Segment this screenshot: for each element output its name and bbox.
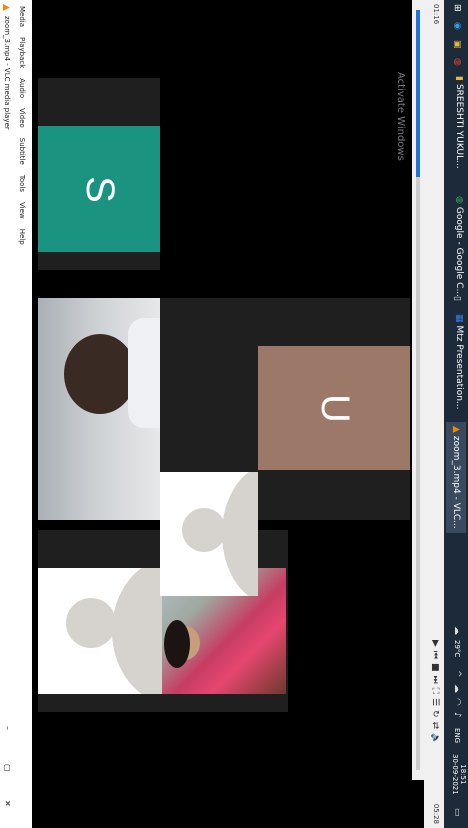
time-total: 05:28 [432, 803, 440, 824]
placeholder-head-icon [182, 508, 226, 552]
avatar-letter-s: S [77, 175, 122, 203]
clock-date: 30-09-2021 [451, 754, 459, 795]
participant-placeholder-2 [160, 472, 258, 596]
taskbar-app-label: zoom_3.mp4 - VLC... [451, 435, 461, 529]
shuffle-icon[interactable]: ⇄ [430, 722, 440, 730]
menu-audio[interactable]: Audio [18, 78, 26, 98]
previous-icon[interactable]: ⏮ [430, 651, 440, 659]
menu-subtitle[interactable]: Subtitle [18, 138, 26, 165]
menu-tools[interactable]: Tools [18, 175, 26, 192]
window-title: zoom_3.mp4 - VLC media player [3, 16, 11, 130]
taskbar-app-1[interactable]: ▮ SREESHTI YUKUL... [454, 76, 464, 169]
phone-icon[interactable]: ▯ [452, 296, 462, 301]
tray-up-arrow-icon[interactable]: ^ [452, 670, 462, 678]
menu-bar: Media Playback Audio Video Subtitle Tool… [12, 0, 32, 828]
taskbar-clock[interactable]: 18:51 30-09-2021 [451, 754, 467, 795]
language-indicator[interactable]: ENG [453, 728, 461, 743]
next-icon[interactable]: ⏭ [430, 676, 440, 684]
avatar-letter-u: U [312, 393, 357, 423]
minimize-button[interactable]: – [3, 726, 12, 730]
folder-icon: ▮ [454, 76, 464, 81]
clock-time: 18:51 [459, 764, 467, 785]
taskbar-app-label: Mtz Presentation... [454, 325, 464, 410]
weather-icon[interactable]: ☁ [452, 626, 462, 635]
player-controls: 01:16 05:28 ▶ ⏮ ■ ⏭ ⛶ ☰ ↻ ⇄ 🔈 [424, 0, 444, 828]
play-pause-icon[interactable]: ▶ [430, 640, 440, 647]
person-head [64, 334, 136, 414]
menu-help[interactable]: Help [18, 229, 26, 245]
placeholder-head-icon [66, 598, 116, 648]
maximize-button[interactable]: ▢ [3, 764, 12, 772]
vlc-cone-icon: ▲ [451, 426, 461, 433]
title-bar: ▲ zoom_3.mp4 - VLC media player – ▢ ✕ [0, 0, 12, 828]
notifications-icon[interactable]: ▭ [452, 808, 462, 817]
menu-media[interactable]: Media [18, 6, 26, 27]
cloud-icon[interactable]: ☁ [452, 684, 462, 693]
participant-avatar-s: S [38, 126, 160, 252]
placeholder-body-icon [112, 568, 162, 694]
taskbar-app-4[interactable]: ▲ zoom_3.mp4 - VLC... [446, 422, 466, 533]
stop-icon[interactable]: ■ [430, 663, 440, 672]
menu-video[interactable]: Video [18, 108, 26, 128]
wifi-icon[interactable]: ◠ [452, 698, 462, 706]
taskbar-app-label: SREESHTI YUKUL... [454, 83, 464, 169]
video-area[interactable]: U S Activate Windows [32, 0, 412, 780]
taskbar: ⊞ ◉ ▣ ◍ ▮ SREESHTI YUKUL... ◍ Google - G… [444, 0, 468, 828]
presentation-icon: ▦ [454, 314, 464, 323]
windows-start-icon[interactable]: ⊞ [452, 4, 462, 12]
placeholder-body-icon [222, 472, 258, 596]
activate-windows-watermark: Activate Windows [390, 72, 406, 182]
time-elapsed: 01:16 [432, 4, 440, 25]
loop-icon[interactable]: ↻ [430, 710, 440, 718]
watermark-text: Activate Windows [395, 72, 406, 161]
playlist-icon[interactable]: ☰ [430, 698, 440, 706]
file-explorer-icon[interactable]: ▣ [452, 40, 462, 49]
chrome-icon[interactable]: ◍ [452, 58, 462, 66]
participant-avatar-u: U [258, 346, 410, 470]
edge-icon[interactable]: ◉ [452, 22, 462, 30]
seek-bar[interactable] [412, 0, 424, 780]
taskbar-app-3[interactable]: ▦ Mtz Presentation... [454, 314, 464, 410]
person-collar [128, 318, 160, 428]
weather-temp: 29°C [453, 640, 461, 658]
participant-placeholder-1 [38, 568, 162, 694]
taskbar-app-2[interactable]: ◍ Google - Google C... [454, 196, 464, 297]
taskbar-app-label: Google - Google C... [454, 206, 464, 298]
fullscreen-icon[interactable]: ⛶ [430, 688, 440, 694]
menu-view[interactable]: View [18, 202, 26, 219]
volume-icon[interactable]: 🔈 [430, 733, 440, 744]
seek-progress [416, 10, 420, 177]
menu-playback[interactable]: Playback [18, 37, 26, 68]
chrome-icon: ◍ [454, 196, 464, 204]
participant-video-man [38, 298, 160, 520]
vlc-cone-icon: ▲ [1, 4, 11, 11]
person-hair [164, 620, 190, 668]
close-button[interactable]: ✕ [3, 800, 12, 807]
volume-icon[interactable]: ♪ [452, 712, 462, 718]
